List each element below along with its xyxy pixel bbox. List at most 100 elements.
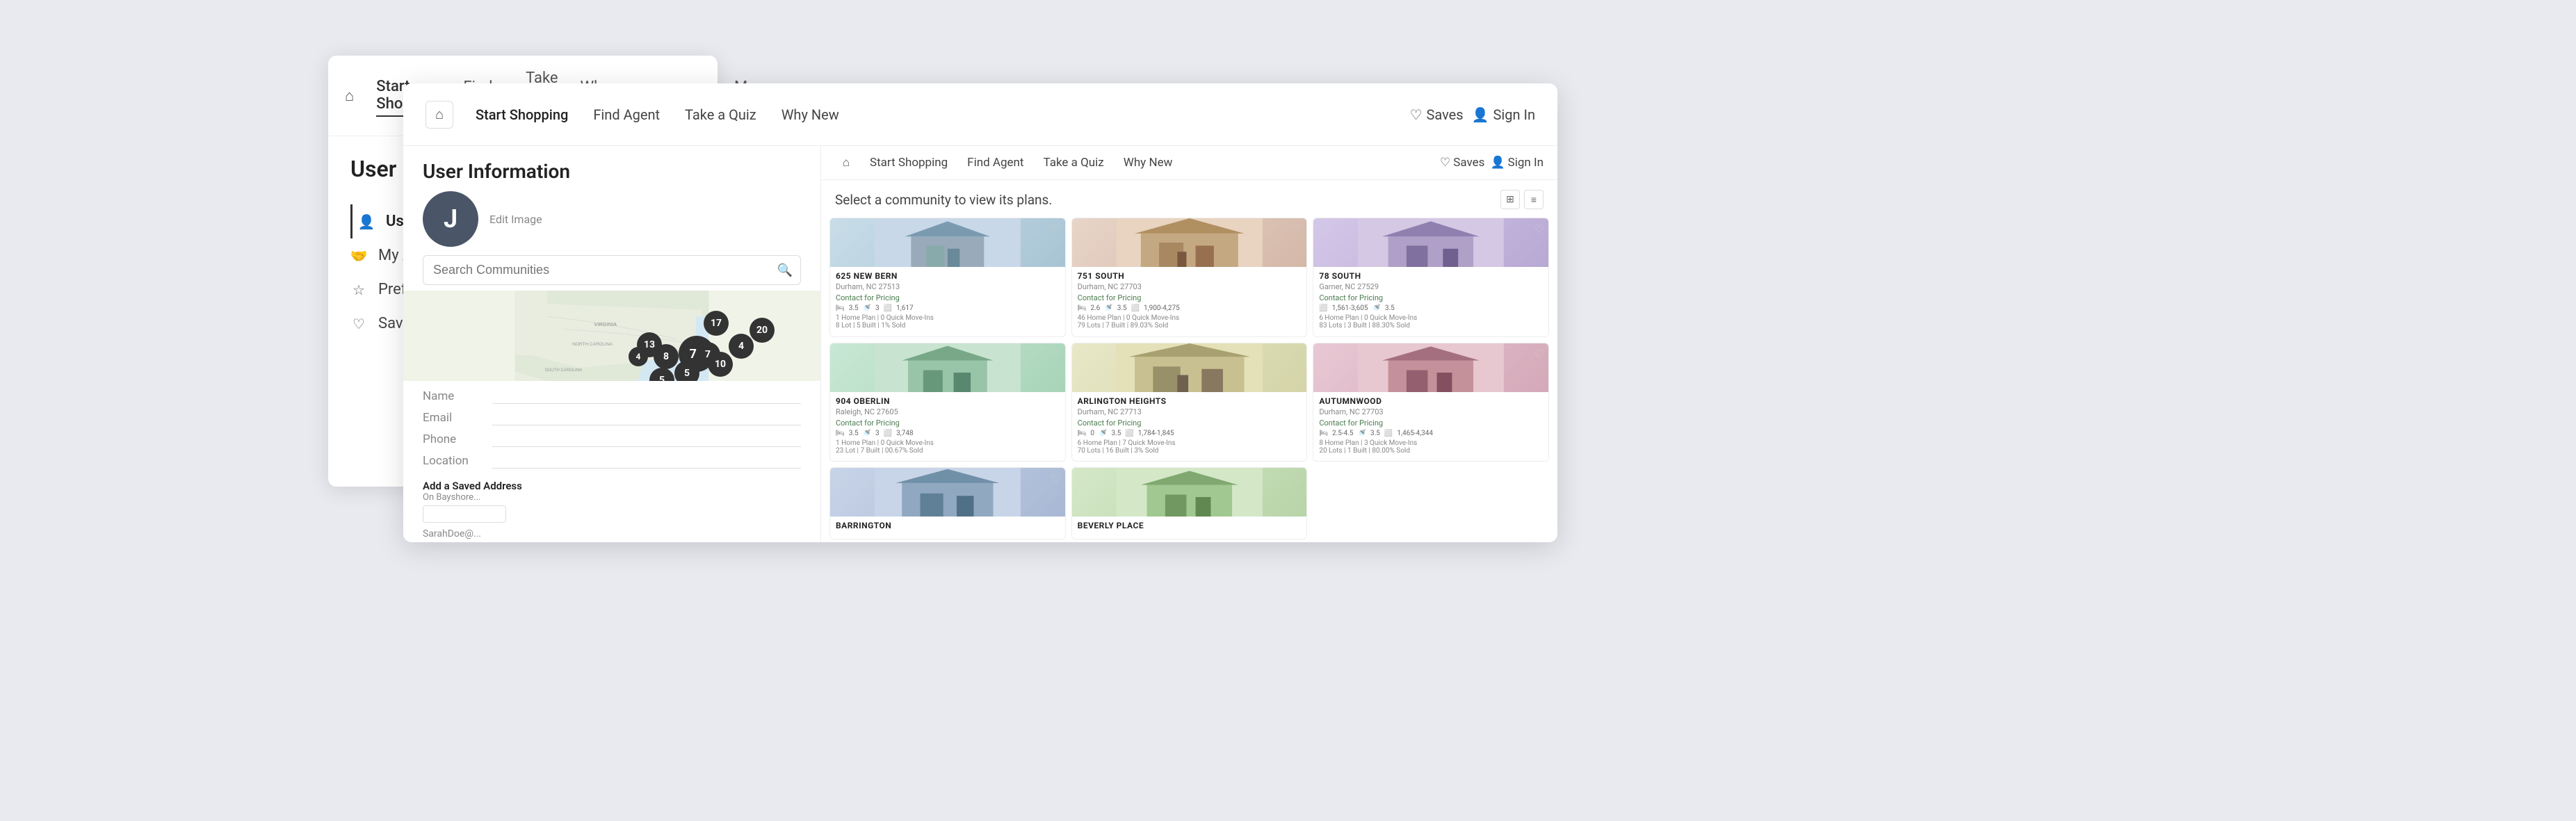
grid-view-button[interactable]: ⊞ [1500, 190, 1520, 209]
sqft-icon-autumnwood: ⬜ [1384, 430, 1393, 437]
card-heart-barrington[interactable]: ♡ [1051, 472, 1060, 485]
card-content-78-south: 78 SOUTH Garner, NC 27529 Contact for Pr… [1313, 267, 1548, 334]
inner-take-quiz[interactable]: Take a Quiz [1037, 154, 1111, 172]
address-input[interactable] [423, 505, 506, 523]
card-image-wrapper: ♡ [830, 218, 1065, 267]
card-image-wrapper-barrington: ♡ [830, 468, 1065, 517]
community-card-arlington-heights[interactable]: ♡ ARLINGTON HEIGHTS Durham, NC 27713 Con… [1071, 343, 1308, 462]
back-nav-home-icon[interactable]: ⌂ [345, 84, 354, 108]
card-heart-beverly-place[interactable]: ♡ [1293, 472, 1302, 485]
card-content-904-oberlin: 904 OBERLIN Raleigh, NC 27605 Contact fo… [830, 392, 1065, 459]
add-address-subtitle: On Bayshore... [423, 492, 801, 503]
card-content-625-new-bern: 625 NEW BERN Durham, NC 27513 Contact fo… [830, 267, 1065, 334]
map-marker-5a[interactable]: 5 [674, 361, 699, 381]
community-image-arlington-heights [1072, 343, 1307, 392]
card-image-wrapper-751: ♡ [1072, 218, 1307, 267]
add-address-section: Add a Saved Address On Bayshore... [403, 474, 820, 526]
card-heart-arlington-heights[interactable]: ♡ [1293, 348, 1302, 361]
community-image-625-new-bern [830, 218, 1065, 267]
card-heart-751-south[interactable]: ♡ [1293, 222, 1302, 236]
card-specs-904-oberlin: 🛏3.5 🚿3 ⬜3,748 [836, 430, 1060, 437]
bed-icon-arlington: 🛏 [1078, 430, 1087, 437]
inner-sign-in[interactable]: 👤 Sign In [1490, 156, 1544, 170]
card-stats-78-south: 6 Home Plan | 0 Quick Move-Ins 83 Lots |… [1319, 314, 1543, 330]
heart-nav-icon: ♡ [1410, 106, 1423, 123]
card-image-wrapper-78: ♡ [1313, 218, 1548, 267]
main-panel: ⌂ Start Shopping Find Agent Take a Quiz … [403, 83, 1557, 542]
list-view-button[interactable]: ≡ [1524, 190, 1544, 209]
card-name-625-new-bern: 625 NEW BERN [836, 271, 1060, 281]
map-marker-4b[interactable]: 4 [629, 347, 648, 366]
card-image-wrapper-arlington: ♡ [1072, 343, 1307, 392]
location-input[interactable] [492, 453, 801, 469]
card-location-904-oberlin: Raleigh, NC 27605 [836, 407, 1060, 416]
communities-prompt: Select a community to view its plans. [835, 192, 1052, 208]
main-nav-find-agent[interactable]: Find Agent [585, 104, 668, 126]
card-heart-625-new-bern[interactable]: ♡ [1051, 222, 1060, 236]
location-label: Location [423, 454, 492, 468]
bath-icon-78: 🚿 [1372, 304, 1380, 312]
form-row-email: Email [423, 409, 801, 425]
email-display: SarahDoe@... [403, 526, 820, 542]
inner-home-icon[interactable]: ⌂ [835, 152, 857, 174]
community-image-autumnwood [1313, 343, 1548, 392]
community-card-barrington[interactable]: ♡ BARRINGTON [829, 467, 1066, 539]
card-specs-625-new-bern: 🛏3.5 🚿3 ⬜1,617 [836, 304, 1060, 312]
name-label: Name [423, 389, 492, 403]
card-name-autumnwood: AUTUMNWOOD [1319, 396, 1543, 406]
map-marker-17[interactable]: 17 [704, 311, 729, 336]
card-stats-751-south: 46 Home Plan | 0 Quick Move-Ins 79 Lots … [1078, 314, 1302, 330]
card-image-wrapper-autumnwood: ♡ [1313, 343, 1548, 392]
email-input[interactable] [492, 409, 801, 425]
main-nav-take-quiz[interactable]: Take a Quiz [677, 104, 765, 126]
community-card-autumnwood[interactable]: ♡ AUTUMNWOOD Durham, NC 27703 Contact fo… [1313, 343, 1549, 462]
card-pricing-autumnwood: Contact for Pricing [1319, 418, 1543, 428]
main-navbar: ⌂ Start Shopping Find Agent Take a Quiz … [403, 83, 1557, 146]
community-card-751-south[interactable]: ♡ 751 SOUTH Durham, NC 27703 Contact for… [1071, 218, 1308, 337]
inner-why-new[interactable]: Why New [1117, 154, 1180, 172]
main-nav-start-shopping[interactable]: Start Shopping [467, 104, 576, 126]
card-heart-autumnwood[interactable]: ♡ [1534, 348, 1544, 361]
community-card-625-new-bern[interactable]: ♡ 625 NEW BERN Durham, NC 27513 Contact … [829, 218, 1066, 337]
card-pricing-904-oberlin: Contact for Pricing [836, 418, 1060, 428]
avatar-subtitle[interactable]: Edit Image [489, 213, 542, 226]
bed-icon-904: 🛏 [836, 430, 845, 437]
map-marker-20[interactable]: 20 [750, 318, 775, 343]
map-section: User Information J Edit Image 🔍 [403, 146, 820, 542]
communities-section: ⌂ Start Shopping Find Agent Take a Quiz … [820, 146, 1557, 542]
name-input[interactable] [492, 388, 801, 404]
community-image-904-oberlin [830, 343, 1065, 392]
card-specs-78-south: ⬜1,561-3,605 🚿3.5 [1319, 304, 1543, 312]
bed-icon: 🛏 [836, 304, 845, 312]
sqft-icon-78a: ⬜ [1319, 304, 1327, 312]
inner-saves[interactable]: ♡ Saves [1440, 156, 1484, 170]
community-card-78-south[interactable]: ♡ 78 SOUTH Garner, NC 27529 Contact for … [1313, 218, 1549, 337]
community-image-751-south [1072, 218, 1307, 267]
form-row-name: Name [423, 388, 801, 404]
card-image-wrapper-904: ♡ [830, 343, 1065, 392]
main-nav-why-new[interactable]: Why New [773, 104, 848, 126]
svg-text:NORTH CAROLINA: NORTH CAROLINA [572, 342, 613, 347]
inner-find-agent[interactable]: Find Agent [960, 154, 1030, 172]
card-pricing-arlington-heights: Contact for Pricing [1078, 418, 1302, 428]
map-marker-8[interactable]: 8 [654, 344, 679, 369]
inner-user-icon: 👤 [1490, 156, 1505, 170]
card-stats-autumnwood: 8 Home Plan | 3 Quick Move-Ins 20 Lots |… [1319, 439, 1543, 455]
community-search-input[interactable] [423, 255, 801, 285]
inner-start-shopping[interactable]: Start Shopping [863, 154, 955, 172]
card-heart-78-south[interactable]: ♡ [1534, 222, 1544, 236]
main-nav-home-button[interactable]: ⌂ [426, 101, 453, 129]
community-card-beverly-place[interactable]: ♡ BEVERLY PLACE [1071, 467, 1308, 539]
community-image-78-south [1313, 218, 1548, 267]
main-nav-sign-in[interactable]: 👤 Sign In [1472, 106, 1535, 123]
map-area[interactable]: VIRGINIA NORTH CAROLINA SOUTH CAROLINA 1… [403, 291, 820, 381]
main-nav-saves[interactable]: ♡ Saves [1410, 106, 1464, 123]
card-heart-904-oberlin[interactable]: ♡ [1051, 348, 1060, 361]
svg-text:SOUTH CAROLINA: SOUTH CAROLINA [545, 368, 582, 373]
avatar: J [423, 191, 478, 247]
phone-input[interactable] [492, 431, 801, 447]
community-card-904-oberlin[interactable]: ♡ 904 OBERLIN Raleigh, NC 27605 Contact … [829, 343, 1066, 462]
card-pricing-751-south: Contact for Pricing [1078, 293, 1302, 302]
card-stats-arlington-heights: 6 Home Plan | 7 Quick Move-Ins 70 Lots |… [1078, 439, 1302, 455]
bath-icon-751: 🚿 [1104, 304, 1112, 312]
